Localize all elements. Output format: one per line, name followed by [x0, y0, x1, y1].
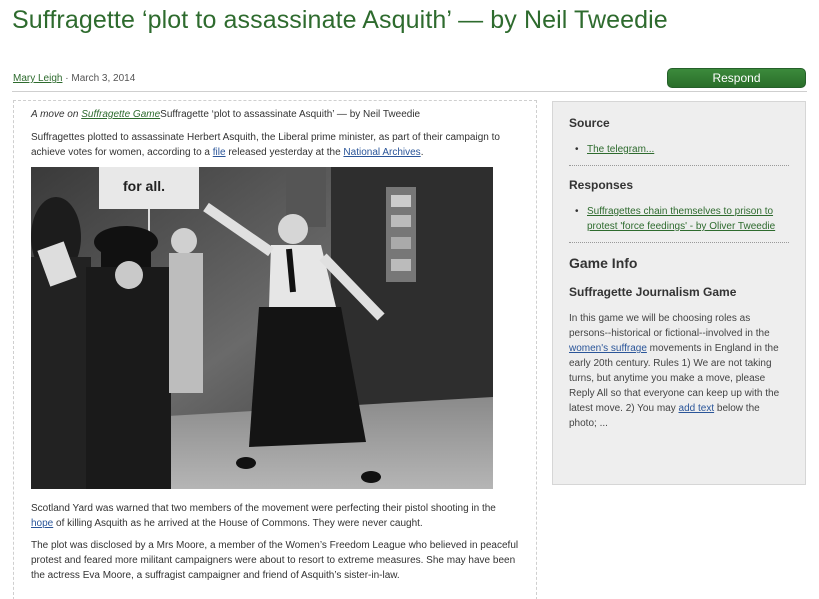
add-text-link[interactable]: add text — [679, 403, 715, 414]
photo-sign-text: for all. — [123, 178, 165, 194]
paragraph-1-text-b: released yesterday at the — [225, 147, 344, 158]
response-item: Suffragettes chain themselves to prison … — [575, 204, 789, 234]
source-item: The telegram... — [575, 142, 789, 157]
sidebar: Source The telegram... Responses Suffrag… — [552, 101, 806, 485]
post-title: Suffragette ‘plot to assassinate Asquith… — [12, 6, 668, 34]
source-list: The telegram... — [569, 142, 789, 157]
sidebar-divider — [569, 242, 789, 243]
post-date: March 3, 2014 — [71, 73, 136, 84]
paragraph-1-text-c: . — [420, 147, 424, 158]
hope-link[interactable]: hope — [31, 518, 53, 529]
header-divider — [12, 91, 807, 92]
responses-list: Suffragettes chain themselves to prison … — [569, 204, 789, 234]
game-description: In this game we will be choosing roles a… — [569, 311, 789, 431]
paragraph-2-text-a: Scotland Yard was warned that two member… — [31, 503, 496, 514]
move-title: Suffragette ‘plot to assassinate Asquith… — [160, 109, 421, 120]
game-description-text-a: In this game we will be choosing roles a… — [569, 313, 770, 339]
post-meta: Mary Leigh · March 3, 2014 — [13, 73, 135, 84]
game-link[interactable]: Suffragette Game — [81, 109, 160, 120]
move-line: A move on Suffragette GameSuffragette ‘p… — [31, 107, 520, 122]
post-body: A move on Suffragette GameSuffragette ‘p… — [13, 100, 537, 599]
paragraph-3: The plot was disclosed by a Mrs Moore, a… — [31, 540, 519, 581]
respond-button[interactable]: Respond — [667, 68, 806, 88]
sidebar-divider — [569, 165, 789, 166]
game-name: Suffragette Journalism Game — [569, 285, 737, 299]
suffragette-photo: for all. — [31, 167, 493, 489]
author-link[interactable]: Mary Leigh — [13, 73, 62, 84]
source-link[interactable]: The telegram... — [587, 144, 654, 155]
source-heading: Source — [569, 116, 610, 130]
paragraph-2: Scotland Yard was warned that two member… — [31, 501, 520, 531]
responses-heading: Responses — [569, 178, 634, 192]
paragraph-1: Suffragettes plotted to assassinate Herb… — [31, 130, 520, 160]
womens-suffrage-link[interactable]: women's suffrage — [569, 343, 647, 354]
move-prefix: A move on — [31, 109, 82, 120]
game-info-heading: Game Info — [569, 255, 638, 271]
national-archives-link[interactable]: National Archives — [343, 147, 420, 158]
photo-illustration: for all. — [31, 167, 493, 489]
file-link[interactable]: file — [213, 147, 226, 158]
response-link[interactable]: Suffragettes chain themselves to prison … — [587, 206, 775, 232]
paragraph-2-text-b: of killing Asquith as he arrived at the … — [53, 518, 423, 529]
